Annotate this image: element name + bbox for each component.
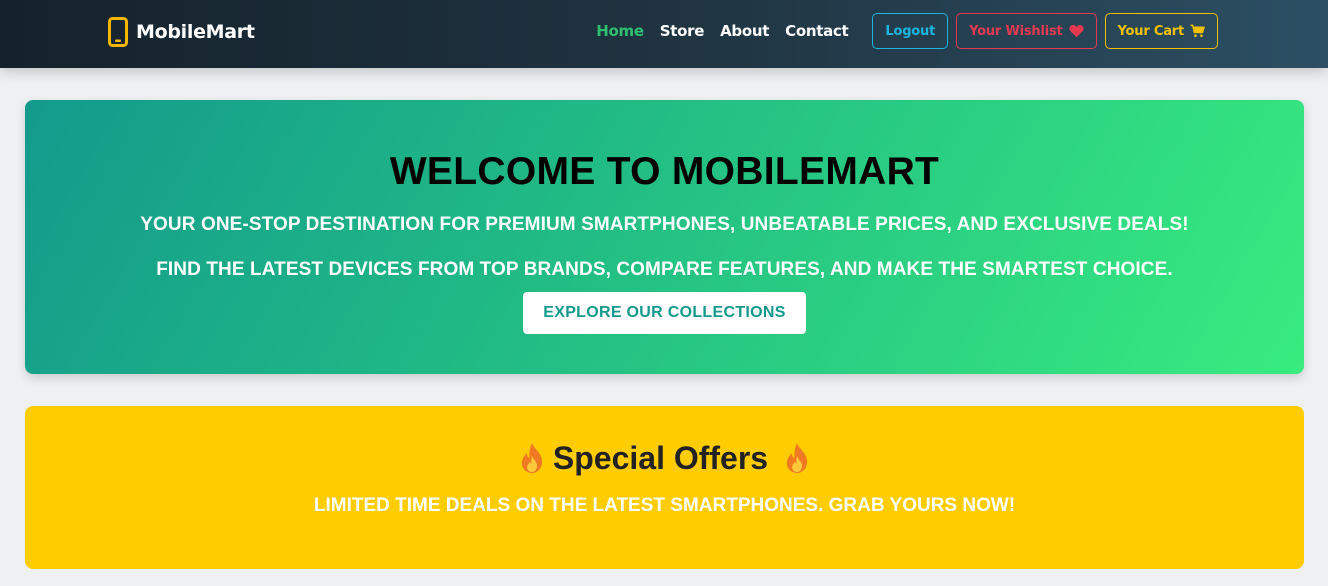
- shopping-cart-icon: [1190, 24, 1205, 37]
- brand-name: MobileMart: [136, 21, 255, 43]
- hero-banner: WELCOME TO MOBILEMART YOUR ONE-STOP DEST…: [25, 100, 1304, 374]
- cart-label: Your Cart: [1117, 23, 1185, 39]
- wishlist-button[interactable]: Your Wishlist: [956, 13, 1097, 49]
- wishlist-label: Your Wishlist: [969, 23, 1063, 39]
- fire-icon: [521, 443, 543, 473]
- explore-collections-button[interactable]: EXPLORE OUR COLLECTIONS: [523, 292, 806, 334]
- offers-heading: Special Offers: [25, 438, 1304, 478]
- logout-button[interactable]: Logout: [872, 13, 949, 49]
- top-navbar: MobileMart Home Store About Contact Logo…: [0, 0, 1328, 68]
- hero-subtitle-2: FIND THE LATEST DEVICES FROM TOP BRANDS,…: [156, 259, 1173, 280]
- hero-subtitle-1: YOUR ONE-STOP DESTINATION FOR PREMIUM SM…: [140, 214, 1189, 235]
- nav-link-home[interactable]: Home: [596, 22, 644, 40]
- hero-title: WELCOME TO MOBILEMART: [389, 150, 940, 193]
- cart-button[interactable]: Your Cart: [1104, 13, 1218, 49]
- nav-link-store[interactable]: Store: [660, 22, 705, 40]
- brand-logo[interactable]: MobileMart: [108, 16, 255, 48]
- offers-title: Special Offers: [552, 439, 769, 476]
- fire-icon: [786, 443, 808, 473]
- smartphone-icon: [108, 17, 128, 47]
- offers-subtitle: LIMITED TIME DEALS ON THE LATEST SMARTPH…: [313, 495, 1016, 516]
- heart-icon: [1068, 25, 1084, 38]
- logout-label: Logout: [885, 23, 936, 39]
- special-offers-banner: Special Offers LIMITED TIME DEALS ON THE…: [25, 406, 1304, 569]
- main-nav: Home Store About Contact Logout Your Wis…: [596, 13, 1218, 49]
- nav-link-about[interactable]: About: [720, 22, 769, 40]
- nav-link-contact[interactable]: Contact: [785, 22, 849, 40]
